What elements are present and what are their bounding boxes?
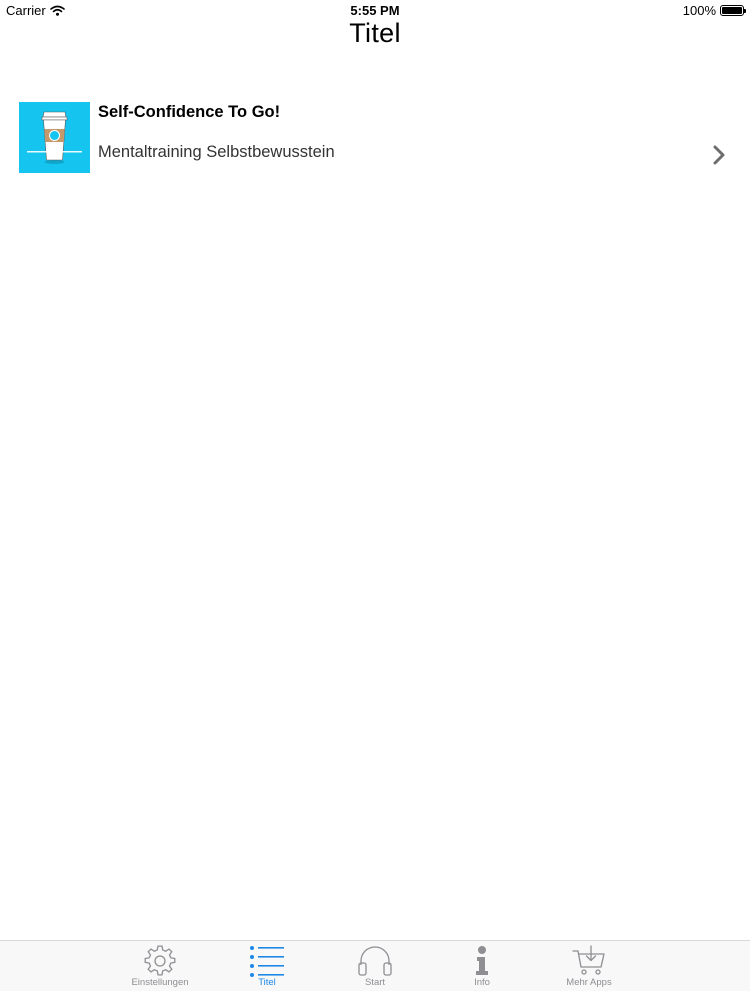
status-time: 5:55 PM [350,3,400,18]
tab-label: Titel [258,977,276,988]
battery-indicator: 100% [682,3,746,18]
tab-label: Info [474,977,490,988]
tab-start[interactable]: Start [330,941,420,991]
thumbnail-image [19,102,90,173]
tab-mehr-apps[interactable]: Mehr Apps [544,941,634,991]
status-bar: Carrier 5:55 PM 100% [0,0,750,20]
chevron-right-icon[interactable] [712,145,726,165]
list-icon [250,946,284,977]
tab-titel[interactable]: Titel [222,941,312,991]
tab-label: Start [364,977,386,988]
gear-icon [144,945,176,976]
page-title: Titel [349,18,401,48]
tab-bar: Einstellungen Titel Start Info Mehr Apps [0,940,750,991]
item-title: Self-Confidence To Go! [98,103,281,121]
coffee-cup-icon [27,111,82,164]
tab-label: Mehr Apps [566,977,612,988]
tab-info[interactable]: Info [437,941,527,991]
item-subtitle: Mentaltraining Selbstbewusstein [98,143,335,161]
battery-fill [722,7,742,14]
battery-icon [720,5,746,16]
headphones-icon [358,946,392,976]
tab-label: Einstellungen [131,977,189,988]
info-icon [476,946,488,975]
list-item[interactable]: Self-Confidence To Go! Mentaltraining Se… [0,94,750,182]
cart-icon [572,945,605,975]
battery-percentage: 100% [682,3,716,18]
tab-einstellungen[interactable]: Einstellungen [115,941,205,991]
